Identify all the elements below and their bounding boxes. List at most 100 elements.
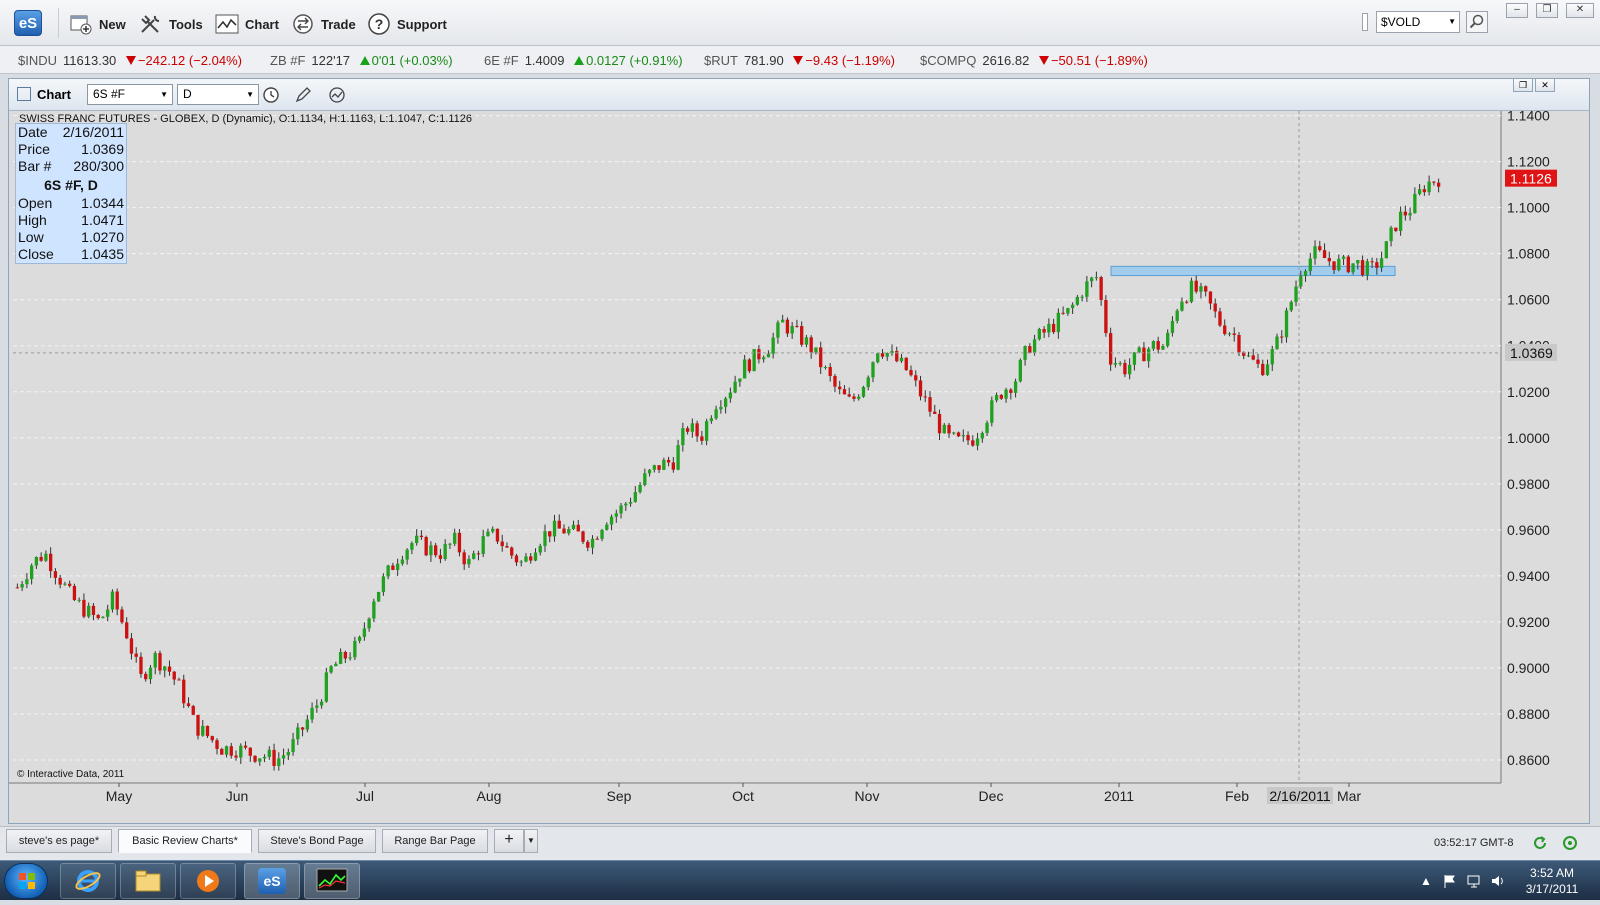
price-tick-label: 1.0800: [1507, 246, 1550, 262]
candle: [747, 358, 752, 374]
restore-button[interactable]: ❐: [1536, 3, 1558, 18]
candle-body: [267, 749, 271, 757]
candle-body: [1204, 286, 1208, 292]
tab-basic-review-charts[interactable]: Basic Review Charts*: [118, 829, 252, 853]
action-center-flag-icon[interactable]: [1442, 873, 1458, 889]
clock-icon: [263, 87, 279, 103]
network-icon[interactable]: [1466, 873, 1482, 889]
candle-body: [662, 459, 666, 470]
tray-time: 3:52 AM: [1529, 866, 1575, 880]
chart-restore-button[interactable]: ❐: [1513, 78, 1533, 92]
price-tick-label: 1.0600: [1507, 292, 1550, 308]
info-label: High: [18, 212, 47, 228]
trade-button-label: Trade: [321, 16, 356, 32]
taskbar-explorer[interactable]: [120, 863, 176, 899]
study-tool-button[interactable]: [327, 85, 347, 105]
taskbar-esignal[interactable]: eS: [244, 863, 300, 899]
taskbar-chart-app[interactable]: [304, 863, 360, 899]
start-button[interactable]: [4, 863, 48, 899]
tab-range-bar-page[interactable]: Range Bar Page: [382, 829, 488, 853]
candle-body: [514, 555, 519, 563]
toolbar-splitter[interactable]: [1362, 13, 1368, 31]
chart-interval-select[interactable]: D ▼: [177, 84, 259, 105]
candle-body: [524, 556, 528, 562]
tray-clock[interactable]: 3:52 AM 3/17/2011: [1512, 865, 1592, 897]
add-tab-button[interactable]: +: [494, 829, 524, 853]
candle-body: [281, 755, 286, 759]
refresh-icon[interactable]: [1532, 835, 1548, 851]
candle-body: [852, 396, 856, 399]
clock-tool-button[interactable]: [261, 85, 281, 105]
trade-button[interactable]: Trade: [290, 11, 356, 37]
candle-body: [1379, 258, 1384, 268]
price-chart[interactable]: 1.14001.12001.10001.08001.06001.04001.02…: [9, 111, 1589, 823]
tray-show-hidden[interactable]: ▲: [1420, 873, 1432, 889]
down-arrow-icon: [125, 56, 136, 65]
chart-close-button[interactable]: ✕: [1535, 78, 1555, 92]
candle-body: [1408, 213, 1412, 216]
candle-body: [25, 579, 29, 585]
down-arrow-icon: [793, 56, 804, 65]
taskbar-media-player[interactable]: [180, 863, 236, 899]
price-tick-label: 1.1200: [1507, 154, 1550, 170]
info-bar-row: Bar # 280/300: [16, 158, 126, 175]
candle-body: [614, 513, 618, 517]
candle-body: [1208, 291, 1213, 304]
symbol-select[interactable]: $VOLD ▼: [1376, 11, 1460, 33]
candle-body: [329, 666, 333, 673]
candle-body: [1147, 348, 1151, 362]
candle-body: [120, 609, 124, 623]
candle-body: [857, 396, 861, 399]
candle-body: [1089, 277, 1094, 282]
candle-body: [975, 438, 980, 446]
candle-body: [1237, 334, 1241, 353]
candle-body: [196, 714, 200, 736]
candle-body: [1432, 181, 1436, 183]
chart-symbol-select[interactable]: 6S #F ▼: [87, 84, 173, 105]
candle-body: [1080, 296, 1084, 298]
candle-body: [229, 746, 233, 756]
close-button[interactable]: ✕: [1566, 3, 1594, 18]
tab-steves-bond-page[interactable]: Steve's Bond Page: [258, 829, 376, 853]
ticker-item-zb[interactable]: ZB #F 122'17 0'01 (+0.03%): [270, 53, 453, 68]
date-tick-label: Feb: [1225, 788, 1249, 804]
taskbar-ie[interactable]: [60, 863, 116, 899]
candle-body: [1170, 320, 1175, 333]
up-arrow-icon: [359, 56, 370, 65]
ticker-change: −242.12 (−2.04%): [137, 53, 242, 68]
new-button[interactable]: New: [68, 11, 126, 37]
candle-body: [167, 666, 172, 672]
candle-body: [880, 353, 885, 357]
date-tick-label: Sep: [607, 788, 632, 804]
chart-button[interactable]: Chart: [214, 11, 279, 37]
ticker-item-6e[interactable]: 6E #F 1.4009 0.0127 (+0.91%): [484, 53, 683, 68]
candle-body: [1256, 359, 1260, 364]
candle-body: [1028, 346, 1032, 353]
volume-icon[interactable]: [1490, 873, 1506, 889]
plot-background: [9, 111, 1501, 783]
ticker-item-rut[interactable]: $RUT 781.90 −9.43 (−1.19%): [704, 53, 895, 68]
ticker-item-compq[interactable]: $COMPQ 2616.82 −50.51 (−1.89%): [920, 53, 1148, 68]
draw-tool-button[interactable]: [293, 85, 313, 105]
tab-steves-es-page[interactable]: steve's es page*: [6, 829, 112, 853]
esignal-logo[interactable]: eS: [14, 10, 42, 36]
minimize-button[interactable]: –: [1506, 3, 1528, 18]
candle: [752, 348, 756, 372]
tools-button[interactable]: Tools: [138, 11, 203, 37]
ticker-item-indu[interactable]: $INDU 11613.30 −242.12 (−2.04%): [18, 53, 242, 68]
date-tick-label: Jul: [356, 788, 374, 804]
price-tick-label: 1.0000: [1507, 430, 1550, 446]
candle-body: [20, 584, 24, 588]
candle: [457, 529, 462, 557]
candle-body: [733, 381, 737, 393]
candle-body: [386, 565, 390, 577]
search-button[interactable]: [1466, 11, 1488, 33]
candle-body: [952, 432, 956, 434]
tab-menu-button[interactable]: ▼: [524, 829, 538, 853]
support-button[interactable]: ? Support: [366, 11, 447, 37]
connection-status-icon[interactable]: [1562, 835, 1578, 851]
candle-body: [999, 394, 1003, 399]
info-date-row: Date 2/16/2011: [16, 124, 126, 141]
candle-body: [1436, 182, 1441, 187]
ticker-symbol: $COMPQ: [920, 53, 977, 68]
